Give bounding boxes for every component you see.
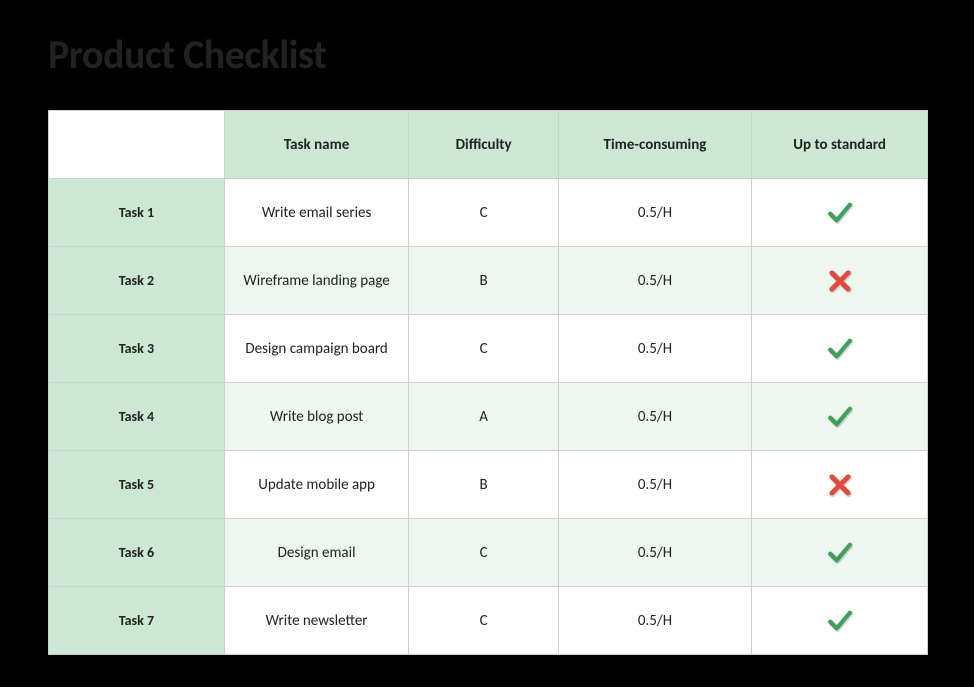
cell-standard bbox=[752, 451, 928, 519]
col-header-blank bbox=[49, 111, 225, 179]
checklist-table: Task name Difficulty Time-consuming Up t… bbox=[48, 110, 928, 655]
check-icon bbox=[827, 203, 853, 221]
check-icon bbox=[827, 543, 853, 561]
page-title: Product Checklist bbox=[48, 30, 326, 79]
cell-difficulty: A bbox=[409, 383, 558, 451]
row-label: Task 4 bbox=[49, 383, 225, 451]
cell-task-name: Wireframe landing page bbox=[224, 247, 409, 315]
cell-time: 0.5/H bbox=[558, 587, 751, 655]
table-row: Task 3Design campaign boardC0.5/H bbox=[49, 315, 928, 383]
cell-task-name: Write blog post bbox=[224, 383, 409, 451]
table-header: Task name Difficulty Time-consuming Up t… bbox=[49, 111, 928, 179]
cell-task-name: Write email series bbox=[224, 179, 409, 247]
table-row: Task 4Write blog postA0.5/H bbox=[49, 383, 928, 451]
check-icon bbox=[827, 611, 853, 629]
cell-time: 0.5/H bbox=[558, 247, 751, 315]
cell-task-name: Update mobile app bbox=[224, 451, 409, 519]
cell-standard bbox=[752, 587, 928, 655]
cell-task-name: Design email bbox=[224, 519, 409, 587]
cell-standard bbox=[752, 179, 928, 247]
cell-task-name: Write newsletter bbox=[224, 587, 409, 655]
cell-time: 0.5/H bbox=[558, 179, 751, 247]
cell-difficulty: B bbox=[409, 247, 558, 315]
table-row: Task 6Design emailC0.5/H bbox=[49, 519, 928, 587]
cell-difficulty: C bbox=[409, 179, 558, 247]
row-label: Task 7 bbox=[49, 587, 225, 655]
cell-standard bbox=[752, 247, 928, 315]
col-header-difficulty: Difficulty bbox=[409, 111, 558, 179]
cell-difficulty: C bbox=[409, 587, 558, 655]
cell-time: 0.5/H bbox=[558, 519, 751, 587]
page: Product Checklist Task name Difficulty T… bbox=[0, 0, 974, 687]
table-row: Task 2Wireframe landing pageB0.5/H bbox=[49, 247, 928, 315]
table-row: Task 5Update mobile appB0.5/H bbox=[49, 451, 928, 519]
cell-standard bbox=[752, 519, 928, 587]
col-header-time: Time-consuming bbox=[558, 111, 751, 179]
checklist-table-wrap: Task name Difficulty Time-consuming Up t… bbox=[48, 110, 928, 655]
table-body: Task 1Write email seriesC0.5/HTask 2Wire… bbox=[49, 179, 928, 655]
cell-difficulty: C bbox=[409, 519, 558, 587]
cell-time: 0.5/H bbox=[558, 383, 751, 451]
check-icon bbox=[827, 407, 853, 425]
cell-task-name: Design campaign board bbox=[224, 315, 409, 383]
cross-icon bbox=[827, 475, 853, 493]
cell-standard bbox=[752, 383, 928, 451]
cell-time: 0.5/H bbox=[558, 315, 751, 383]
row-label: Task 3 bbox=[49, 315, 225, 383]
check-icon bbox=[827, 339, 853, 357]
row-label: Task 1 bbox=[49, 179, 225, 247]
cell-standard bbox=[752, 315, 928, 383]
row-label: Task 2 bbox=[49, 247, 225, 315]
cell-difficulty: B bbox=[409, 451, 558, 519]
col-header-task-name: Task name bbox=[224, 111, 409, 179]
col-header-standard: Up to standard bbox=[752, 111, 928, 179]
row-label: Task 5 bbox=[49, 451, 225, 519]
table-row: Task 1Write email seriesC0.5/H bbox=[49, 179, 928, 247]
row-label: Task 6 bbox=[49, 519, 225, 587]
cross-icon bbox=[827, 271, 853, 289]
table-header-row: Task name Difficulty Time-consuming Up t… bbox=[49, 111, 928, 179]
cell-difficulty: C bbox=[409, 315, 558, 383]
table-row: Task 7Write newsletterC0.5/H bbox=[49, 587, 928, 655]
cell-time: 0.5/H bbox=[558, 451, 751, 519]
